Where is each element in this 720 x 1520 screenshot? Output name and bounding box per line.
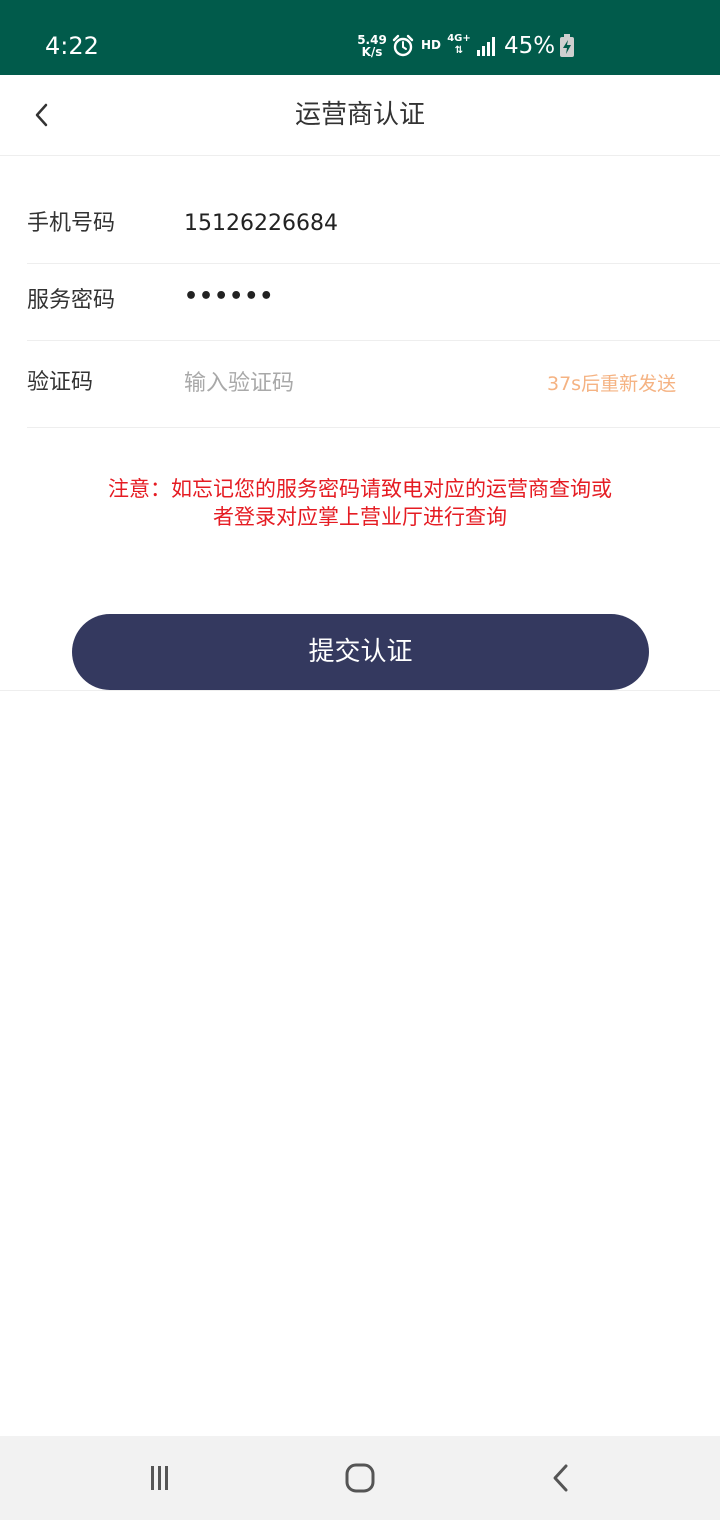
verification-code-label: 验证码 [27,370,94,395]
network-speed: 5.49 K/s [357,34,387,58]
verification-code-row: 验证码 37s后重新发送 [27,340,720,428]
notice-line-1: 注意：如忘记您的服务密码请致电对应的运营商查询或 [108,477,612,501]
phone-value: 15126226684 [184,211,338,236]
phone-row: 手机号码 15126226684 [27,186,720,264]
home-icon [345,1463,375,1493]
password-row: 服务密码 •••••• [27,263,720,341]
password-label: 服务密码 [27,288,116,313]
resend-countdown: 37s后重新发送 [547,373,677,395]
alarm-icon [391,34,415,58]
network-type-label: 4G+ [447,33,471,44]
page-title: 运营商认证 [294,100,425,130]
network-speed-unit: K/s [361,45,383,59]
system-nav-bar [0,1436,720,1520]
status-bar: 4:22 5.49 K/s HD 4G+ ⇅ 45% [0,0,720,75]
notice-line-2: 者登录对应掌上营业厅进行查询 [213,505,507,529]
system-back-button[interactable] [541,1458,581,1498]
back-icon [553,1464,568,1492]
recents-icon [151,1466,168,1490]
battery-percent: 45% [504,33,556,59]
phone-label: 手机号码 [27,211,116,236]
home-button[interactable] [340,1458,380,1498]
divider [0,690,720,691]
network-type: 4G+ ⇅ [447,33,471,57]
header: 运营商认证 [0,75,720,156]
data-arrows-icon: ⇅ [454,45,464,56]
verification-code-input[interactable] [184,364,524,402]
notice-text: 注意：如忘记您的服务密码请致电对应的运营商查询或 者登录对应掌上营业厅进行查询 [60,475,660,531]
recents-button[interactable] [139,1458,179,1498]
battery-charging-icon [559,34,575,58]
status-time: 4:22 [45,32,99,60]
hd-indicator: HD [421,38,442,52]
signal-icon [476,36,498,56]
password-field[interactable]: •••••• [184,281,274,313]
submit-button[interactable]: 提交认证 [72,614,649,690]
